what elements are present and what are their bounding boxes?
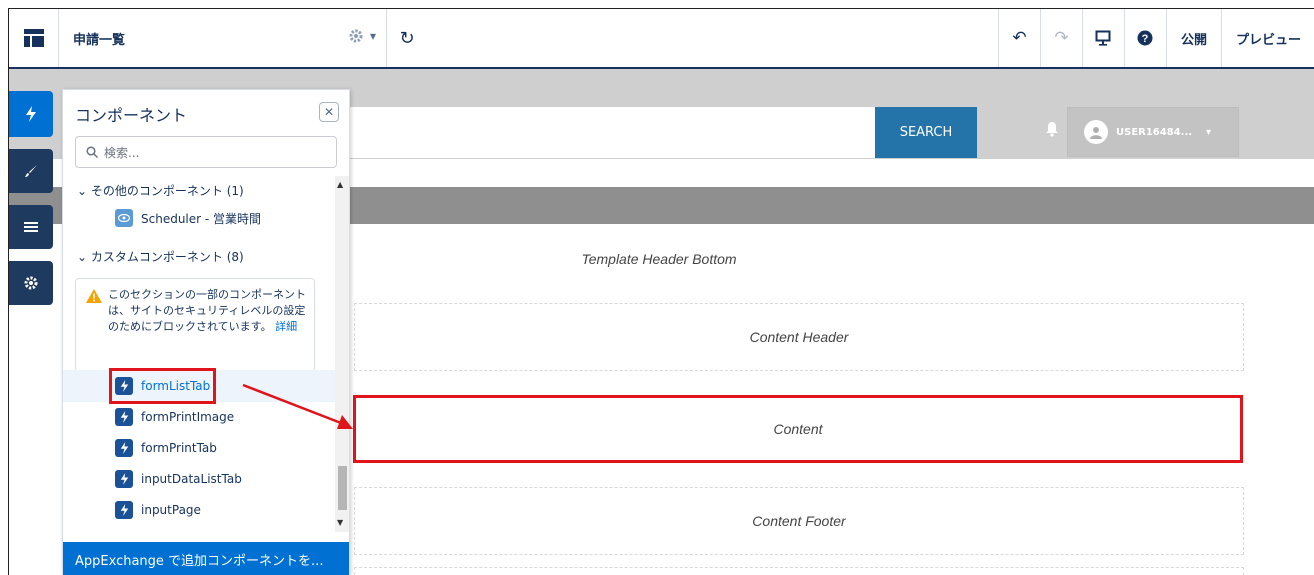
preview-button[interactable]: プレビュー <box>1222 9 1314 67</box>
search-placeholder: 検索... <box>104 145 140 160</box>
chevron-down-icon: ⌄ <box>77 184 88 198</box>
components-panel: コンポーネント ✕ 検索... ⌄ その他のコンポーネント (1) Schedu… <box>62 89 350 575</box>
component-scheduler[interactable]: Scheduler - 営業時間 <box>115 206 261 230</box>
user-name: USER16484... <box>1116 126 1193 138</box>
publish-button[interactable]: 公開 <box>1167 9 1222 67</box>
layout-icon <box>23 29 44 47</box>
list-icon <box>24 222 38 232</box>
page-title: 申請一覧 <box>73 32 126 48</box>
details-link[interactable]: 詳細 <box>275 320 297 333</box>
close-icon: ✕ <box>323 105 335 119</box>
component-search-input[interactable]: 検索... <box>75 136 337 168</box>
lightning-icon <box>115 439 133 457</box>
redo-icon: ↷ <box>1054 28 1069 48</box>
warning-icon <box>86 289 102 303</box>
region-content-footer[interactable]: Content Footer <box>354 487 1244 555</box>
search-button[interactable]: SEARCH <box>875 107 977 158</box>
undo-icon: ↶ <box>1012 28 1027 48</box>
component-inputPage[interactable]: inputPage <box>115 498 201 522</box>
desktop-icon <box>1095 30 1111 46</box>
panel-scrollbar[interactable]: ▲ ▼ <box>335 176 349 532</box>
lightning-icon <box>115 470 133 488</box>
lightning-icon <box>26 106 36 122</box>
component-inputDataListTab[interactable]: inputDataListTab <box>115 467 242 491</box>
undo-button[interactable]: ↶ <box>999 9 1041 67</box>
builder-window: 申請一覧 ▾ ↻ ↶ ↷ ? 公開 プレビュー SEARCH USER16484… <box>8 8 1314 575</box>
appexchange-link[interactable]: AppExchange で追加コンポーネントを... <box>63 542 349 575</box>
brush-icon <box>25 165 37 177</box>
eye-icon <box>115 209 133 227</box>
settings-tab[interactable] <box>9 261 53 305</box>
components-tab[interactable] <box>9 91 53 137</box>
help-icon: ? <box>1137 30 1153 46</box>
site-search-input[interactable] <box>339 107 875 158</box>
top-toolbar: 申請一覧 ▾ ↻ ↶ ↷ ? 公開 プレビュー <box>9 9 1314 69</box>
section-custom-components[interactable]: ⌄ カスタムコンポーネント (8) <box>77 248 244 265</box>
gear-icon <box>349 29 363 43</box>
theme-tab[interactable] <box>9 149 53 193</box>
scroll-up-icon[interactable]: ▲ <box>337 180 343 189</box>
region-content-header[interactable]: Content Header <box>354 303 1244 371</box>
lightning-icon <box>115 501 133 519</box>
search-icon <box>86 146 98 158</box>
lightning-icon <box>115 408 133 426</box>
avatar <box>1084 120 1108 144</box>
gear-icon <box>24 276 38 290</box>
component-formListTab[interactable]: formListTab <box>108 368 217 404</box>
section-other-components[interactable]: ⌄ その他のコンポーネント (1) <box>77 182 244 199</box>
panel-title: コンポーネント <box>75 106 188 125</box>
chevron-down-icon: ▾ <box>369 29 376 43</box>
chevron-down-icon: ⌄ <box>77 250 88 264</box>
page-settings-dropdown[interactable]: ▾ <box>348 28 376 44</box>
page-structure-tab[interactable] <box>9 205 53 249</box>
left-rail <box>9 91 53 317</box>
refresh-icon: ↻ <box>399 27 415 49</box>
security-warning: このセクションの一部のコンポーネントは、サイトのセキュリティレベルの設定のために… <box>75 278 315 372</box>
app-launcher-button[interactable] <box>9 9 59 67</box>
scroll-thumb[interactable] <box>338 466 347 510</box>
component-list: ⌄ その他のコンポーネント (1) Scheduler - 営業時間 ⌄ カスタ… <box>63 176 335 532</box>
user-icon <box>1090 127 1102 139</box>
svg-text:?: ? <box>1142 33 1149 45</box>
scroll-down-icon[interactable]: ▼ <box>337 518 343 527</box>
help-button[interactable]: ? <box>1125 9 1167 67</box>
refresh-button[interactable]: ↻ <box>387 9 427 67</box>
device-view-button[interactable] <box>1083 9 1125 67</box>
component-formPrintTab[interactable]: formPrintTab <box>115 436 217 460</box>
bell-icon[interactable] <box>1045 121 1059 137</box>
close-panel-button[interactable]: ✕ <box>319 102 339 122</box>
lightning-icon <box>115 377 133 395</box>
region-content[interactable]: Content <box>353 395 1243 463</box>
page-selector[interactable]: 申請一覧 ▾ <box>59 9 387 67</box>
chevron-down-icon: ▾ <box>1206 126 1212 138</box>
user-profile-menu[interactable]: USER16484... ▾ <box>1067 107 1239 157</box>
redo-button[interactable]: ↷ <box>1041 9 1083 67</box>
component-formPrintImage[interactable]: formPrintImage <box>115 405 234 429</box>
